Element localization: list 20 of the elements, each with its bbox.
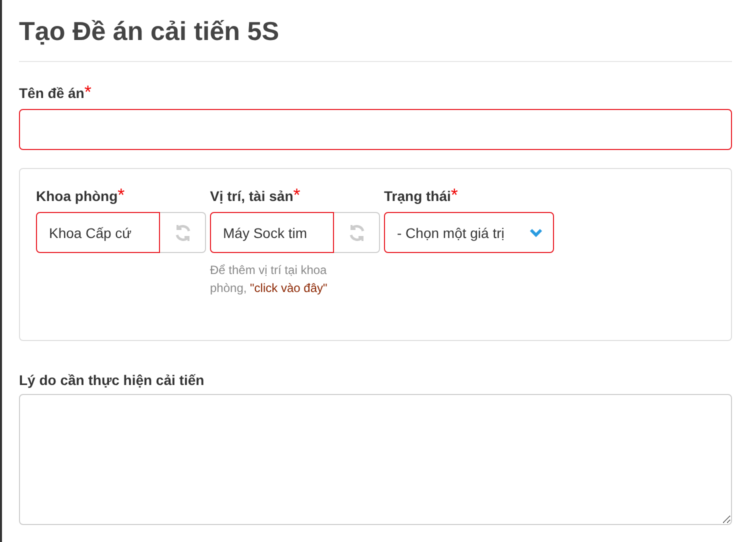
required-mark: * bbox=[84, 82, 92, 103]
refresh-button[interactable] bbox=[160, 212, 206, 253]
refresh-button[interactable] bbox=[334, 212, 380, 253]
required-mark: * bbox=[293, 185, 300, 206]
required-mark: * bbox=[450, 185, 458, 206]
field-label: Tên đề án bbox=[19, 85, 84, 101]
chevron-down-icon bbox=[529, 228, 543, 238]
text-area[interactable] bbox=[19, 394, 732, 525]
field-label: Vị trí, tài sản bbox=[210, 188, 294, 204]
field-label: Lý do cần thực hiện cải tiến bbox=[19, 372, 204, 388]
field-label: Trạng thái bbox=[384, 188, 451, 204]
input-field[interactable]: Máy Sock tim bbox=[210, 212, 334, 253]
input-field[interactable]: Khoa Cấp cứ bbox=[36, 212, 160, 253]
field-label: Khoa phòng bbox=[36, 188, 118, 204]
help-text: Để thêm vị trí tại khoa phòng, "click vào đây" bbox=[210, 262, 328, 297]
required-mark: * bbox=[118, 185, 125, 206]
page-title: Tạo Đề án cải tiến 5S bbox=[19, 12, 732, 62]
status-select[interactable]: - Chọn một giá trị bbox=[384, 212, 554, 253]
add-location-link[interactable]: "click vào đây" bbox=[250, 281, 328, 295]
input-field[interactable] bbox=[19, 109, 732, 150]
